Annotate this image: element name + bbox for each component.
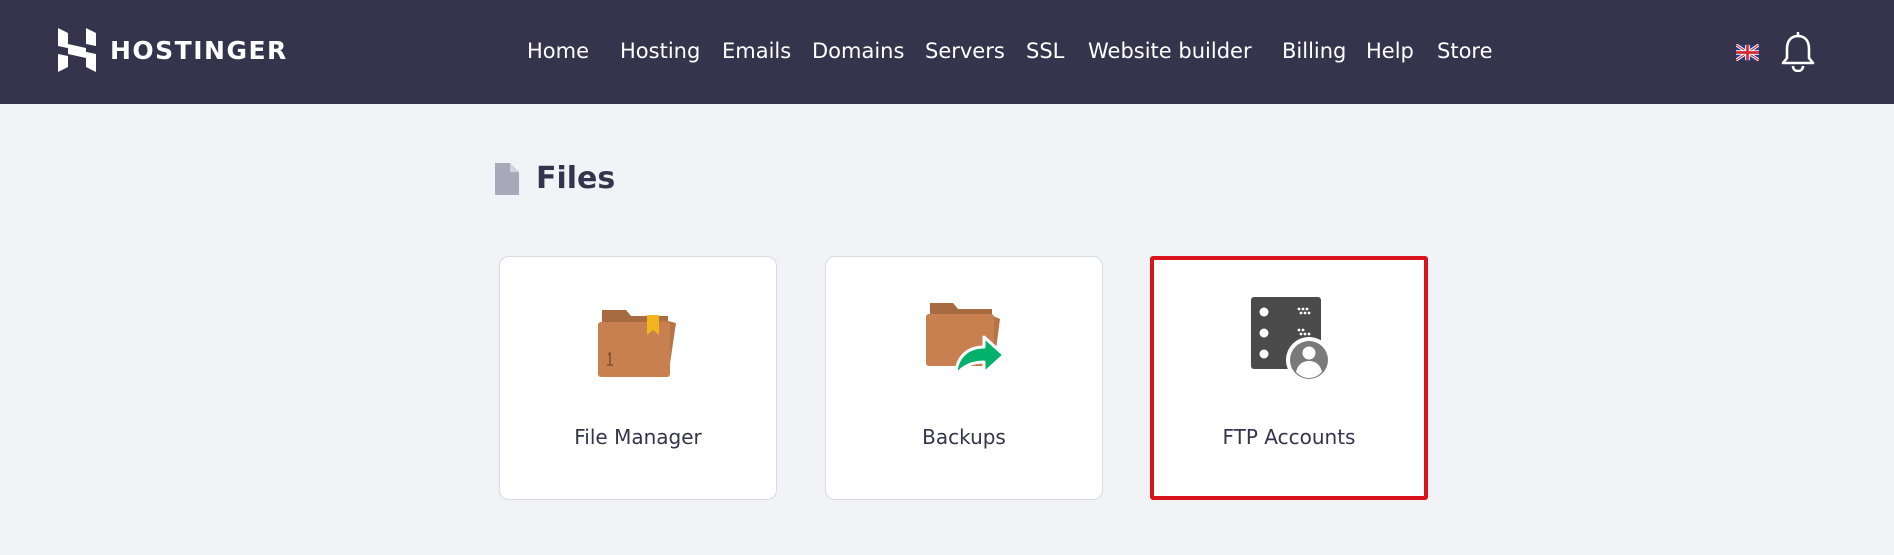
nav-emails[interactable]: Emails [722,37,791,65]
hostinger-logo[interactable]: HOSTINGER [58,28,288,72]
nav-help[interactable]: Help [1366,37,1414,65]
file-manager-label: File Manager [574,425,702,449]
backups-label: Backups [922,425,1006,449]
bell-icon[interactable] [1780,32,1816,72]
nav-servers[interactable]: Servers [925,37,1005,65]
top-navigation-bar: HOSTINGER Home Hosting Emails Domains Se… [0,0,1894,104]
folder-bookmark-icon [598,310,676,377]
nav-store[interactable]: Store [1437,37,1493,65]
nav-hosting[interactable]: Hosting [620,37,700,65]
file-icon [495,162,519,195]
brand-name: HOSTINGER [110,35,288,65]
ftp-accounts-label: FTP Accounts [1222,425,1356,449]
nav-website-builder[interactable]: Website builder [1088,37,1252,65]
uk-flag-icon[interactable] [1736,44,1759,61]
nav-home[interactable]: Home [527,37,589,65]
nav-ssl[interactable]: SSL [1026,37,1064,65]
section-header: Files [495,161,615,196]
file-manager-card[interactable]: File Manager [499,256,777,500]
backups-card[interactable]: Backups [825,256,1103,500]
ftp-accounts-card[interactable]: FTP Accounts [1150,256,1428,500]
nav-domains[interactable]: Domains [812,37,904,65]
hostinger-logo-icon [58,28,96,72]
ftp-server-user-icon [1251,297,1332,383]
page-title: Files [536,161,616,196]
folder-share-arrow-icon [926,303,1006,377]
nav-billing[interactable]: Billing [1282,37,1346,65]
